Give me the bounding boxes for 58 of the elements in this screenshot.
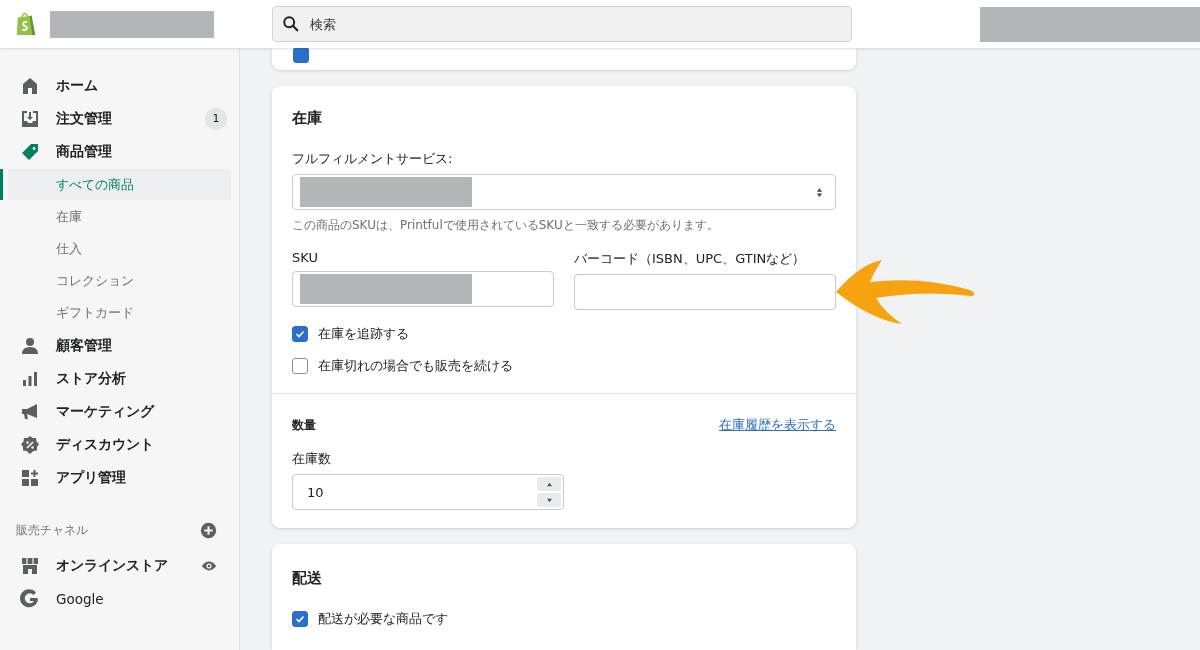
checkbox-label: 配送が必要な商品です (318, 610, 448, 628)
megaphone-icon (20, 401, 40, 422)
add-icon[interactable] (200, 522, 217, 539)
channel-link[interactable]: オンラインストア (56, 556, 168, 575)
card-title: 配送 (292, 569, 323, 588)
checkbox[interactable] (293, 48, 309, 63)
nav-subitem[interactable]: 仕入 (0, 233, 231, 264)
nav-subitem[interactable]: 在庫 (0, 201, 231, 232)
card-title: 在庫 (292, 109, 323, 128)
barcode-field[interactable] (574, 274, 836, 310)
count-badge: 1 (205, 107, 227, 130)
caret-up-icon (545, 481, 553, 487)
quantity-field[interactable]: 10 (292, 474, 564, 510)
nav-subitem[interactable]: すべての商品 (0, 169, 231, 200)
field-label: バーコード（ISBN、UPC、GTINなど） (574, 250, 807, 268)
nav-item[interactable]: ディスカウント (0, 428, 239, 461)
section-heading: 販売チャネル (16, 523, 88, 538)
checkbox[interactable] (292, 326, 308, 342)
discount-badge-icon (20, 434, 40, 455)
nav-item[interactable]: ホーム (0, 69, 239, 102)
search-field[interactable]: 検索 (272, 6, 852, 42)
checkmark-icon (294, 328, 306, 340)
section-heading: 数量 (292, 416, 316, 434)
caret-down-icon (545, 497, 553, 503)
help-text: この商品のSKUは、Printfulで使用されているSKUと一致する必要があります。 (292, 217, 720, 234)
history-link[interactable]: 在庫履歴を表示する (719, 416, 836, 434)
search-icon (282, 15, 300, 33)
field-label: フルフィルメントサービス: (292, 150, 454, 168)
checkbox-label: 在庫切れの場合でも販売を続ける (318, 357, 513, 375)
channel-link[interactable]: Google (56, 590, 104, 607)
tag-icon (20, 141, 40, 162)
nav-subitem[interactable]: コレクション (0, 265, 231, 296)
checkbox[interactable] (292, 358, 308, 374)
sku-field[interactable] (292, 271, 554, 307)
checkmark-icon (294, 613, 306, 625)
checkbox-label: 在庫を追跡する (318, 325, 409, 343)
house-icon (20, 75, 40, 96)
nav-subitem[interactable]: ギフトカード (0, 297, 231, 328)
nav-item[interactable]: 注文管理 1 (0, 102, 239, 135)
select-arrows-icon (816, 186, 823, 198)
nav-item[interactable]: 顧客管理 (0, 329, 239, 362)
field-label: 在庫数 (292, 450, 332, 468)
eye-icon[interactable] (201, 559, 217, 572)
bag-logo-icon[interactable] (15, 11, 37, 37)
decrement-button[interactable] (537, 493, 561, 507)
select-field[interactable] (292, 174, 836, 210)
increment-button[interactable] (537, 477, 561, 491)
checkbox[interactable] (292, 611, 308, 627)
nav-item[interactable]: 商品管理 (0, 135, 239, 168)
inbox-icon (20, 108, 40, 129)
storefront-icon (20, 555, 40, 576)
field-label: SKU (292, 250, 319, 265)
person-icon (20, 335, 40, 356)
letter-g-icon (20, 588, 40, 609)
apps-icon (20, 467, 40, 488)
nav-item[interactable]: マーケティング (0, 395, 239, 428)
nav-item[interactable]: アプリ管理 (0, 461, 239, 494)
nav-item[interactable]: ストア分析 (0, 362, 239, 395)
